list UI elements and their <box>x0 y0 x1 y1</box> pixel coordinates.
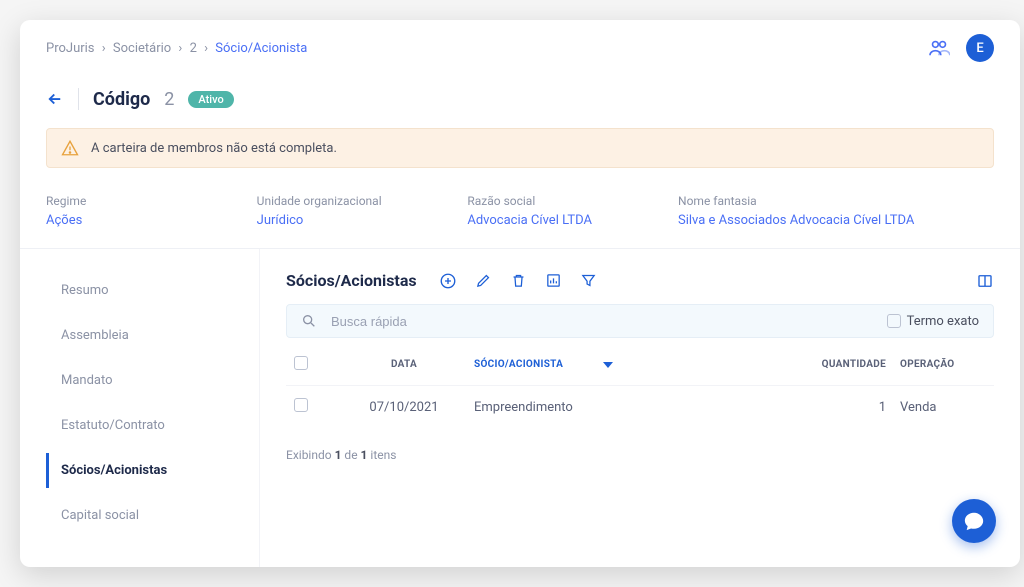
info-nome: Nome fantasia Silva e Associados Advocac… <box>678 194 994 228</box>
body-row: Resumo Assembleia Mandato Estatuto/Contr… <box>20 249 1020 567</box>
side-tabs: Resumo Assembleia Mandato Estatuto/Contr… <box>20 249 260 567</box>
main-panel: Sócios/Acionistas <box>260 249 1020 567</box>
breadcrumb-item[interactable]: 2 <box>190 41 197 56</box>
exact-label: Termo exato <box>907 314 979 329</box>
avatar[interactable]: E <box>966 34 994 62</box>
app-card: ProJuris › Societário › 2 › Sócio/Acioni… <box>20 20 1020 567</box>
tab-socios[interactable]: Sócios/Acionistas <box>46 453 259 488</box>
info-unidade: Unidade organizacional Jurídico <box>257 194 468 228</box>
chat-fab[interactable] <box>952 499 996 543</box>
filter-icon[interactable] <box>580 272 597 289</box>
users-icon[interactable] <box>928 39 950 57</box>
col-header-data[interactable]: DATA <box>334 359 474 370</box>
footer-count: Exibindo 1 de 1 itens <box>286 448 994 462</box>
tab-mandato[interactable]: Mandato <box>46 363 259 398</box>
top-bar: ProJuris › Societário › 2 › Sócio/Acioni… <box>20 20 1020 68</box>
breadcrumb-item[interactable]: Societário <box>113 41 171 56</box>
info-label: Unidade organizacional <box>257 194 468 208</box>
divider <box>78 88 79 110</box>
breadcrumb-sep: › <box>178 41 182 56</box>
top-actions: E <box>928 34 994 62</box>
breadcrumb: ProJuris › Societário › 2 › Sócio/Acioni… <box>46 41 307 56</box>
info-label: Regime <box>46 194 257 208</box>
warning-icon <box>61 139 79 157</box>
cell-socio: Empreendimento <box>474 400 776 415</box>
info-value[interactable]: Silva e Associados Advocacia Cível LTDA <box>678 213 994 228</box>
table-row[interactable]: 07/10/2021 Empreendimento 1 Venda <box>286 386 994 428</box>
col-header-socio[interactable]: SÓCIO/ACIONISTA <box>474 359 776 370</box>
tab-resumo[interactable]: Resumo <box>46 273 259 308</box>
breadcrumb-current: Sócio/Acionista <box>215 41 307 56</box>
cell-quantidade: 1 <box>776 400 886 415</box>
search-input[interactable] <box>331 314 873 329</box>
checkbox[interactable] <box>887 314 901 328</box>
breadcrumb-item[interactable]: ProJuris <box>46 41 95 56</box>
header-row: Código 2 Ativo <box>20 68 1020 120</box>
chat-icon <box>963 510 985 532</box>
breadcrumb-sep: › <box>204 41 208 56</box>
alert-text: A carteira de membros não está completa. <box>91 141 337 156</box>
info-razao: Razão social Advocacia Cível LTDA <box>467 194 678 228</box>
exact-match-toggle[interactable]: Termo exato <box>887 314 979 329</box>
info-value[interactable]: Ações <box>46 213 257 228</box>
alert-warning: A carteira de membros não está completa. <box>46 128 994 168</box>
status-badge: Ativo <box>188 91 233 108</box>
tab-estatuto[interactable]: Estatuto/Contrato <box>46 408 259 443</box>
info-regime: Regime Ações <box>46 194 257 228</box>
data-table: DATA SÓCIO/ACIONISTA QUANTIDADE OPERAÇÃO… <box>286 344 994 428</box>
col-header-quantidade[interactable]: QUANTIDADE <box>776 359 886 370</box>
back-button[interactable] <box>46 90 64 108</box>
info-label: Razão social <box>467 194 678 208</box>
edit-icon[interactable] <box>475 272 492 289</box>
page-title: Código <box>93 89 150 110</box>
sort-desc-icon <box>603 362 613 368</box>
section-title: Sócios/Acionistas <box>286 271 417 290</box>
cell-operacao: Venda <box>886 400 986 415</box>
delete-icon[interactable] <box>510 272 527 289</box>
cell-data: 07/10/2021 <box>334 400 474 415</box>
chart-icon[interactable] <box>545 272 562 289</box>
add-icon[interactable] <box>439 272 457 290</box>
page-code: 2 <box>164 89 174 110</box>
info-grid: Regime Ações Unidade organizacional Jurí… <box>20 176 1020 249</box>
tab-assembleia[interactable]: Assembleia <box>46 318 259 353</box>
table-header: DATA SÓCIO/ACIONISTA QUANTIDADE OPERAÇÃO <box>286 344 994 386</box>
info-label: Nome fantasia <box>678 194 994 208</box>
row-checkbox[interactable] <box>294 398 308 412</box>
info-value[interactable]: Jurídico <box>257 213 468 228</box>
search-row: Termo exato <box>286 304 994 338</box>
section-head: Sócios/Acionistas <box>286 271 994 290</box>
select-all-checkbox[interactable] <box>294 356 308 370</box>
breadcrumb-sep: › <box>102 41 106 56</box>
columns-icon[interactable] <box>976 272 994 290</box>
search-icon <box>301 313 317 329</box>
tab-capital[interactable]: Capital social <box>46 498 259 533</box>
col-header-operacao[interactable]: OPERAÇÃO <box>886 359 986 370</box>
info-value[interactable]: Advocacia Cível LTDA <box>467 213 678 228</box>
